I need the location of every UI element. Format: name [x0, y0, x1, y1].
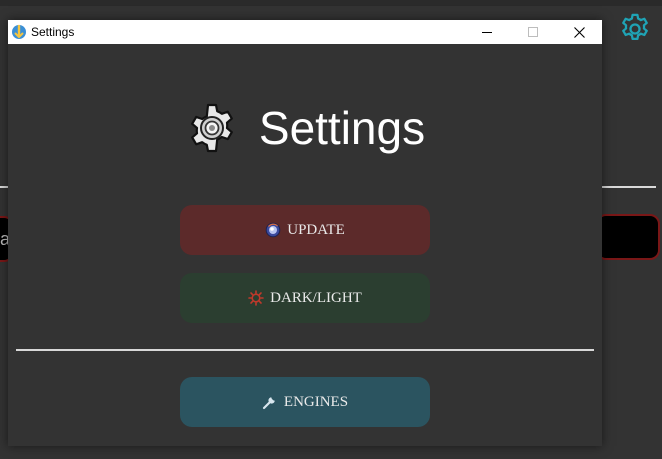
maximize-button[interactable] [510, 20, 556, 44]
update-button-label: UPDATE [287, 221, 345, 238]
background-top-bar [0, 0, 662, 6]
background-input-right[interactable] [596, 214, 660, 260]
settings-gear-icon[interactable] [618, 12, 652, 46]
sun-icon [248, 290, 264, 306]
minimize-icon [482, 32, 492, 33]
close-icon [573, 26, 585, 38]
app-icon [11, 24, 27, 40]
title-bar[interactable]: Settings [8, 20, 602, 44]
background-divider-right [600, 186, 656, 188]
engines-button[interactable]: ENGINES [180, 377, 430, 427]
page-title: Settings [258, 102, 426, 154]
settings-window: Settings Settings UPDATE DARK/LIGHT ENGI… [8, 20, 602, 446]
close-button[interactable] [556, 20, 602, 44]
window-title: Settings [31, 25, 75, 39]
maximize-icon [528, 27, 538, 37]
engines-button-label: ENGINES [283, 393, 349, 410]
dark-light-toggle-button[interactable]: DARK/LIGHT [180, 273, 430, 323]
settings-heading: Settings [8, 100, 602, 156]
dark-light-button-label: DARK/LIGHT [270, 289, 362, 306]
section-divider [16, 349, 594, 351]
minimize-button[interactable] [464, 20, 510, 44]
wrench-icon [262, 394, 278, 410]
gear-icon [185, 101, 239, 155]
update-button[interactable]: UPDATE [180, 205, 430, 255]
settings-content: Settings UPDATE DARK/LIGHT ENGINES [8, 44, 602, 446]
update-orb-icon [265, 222, 281, 238]
